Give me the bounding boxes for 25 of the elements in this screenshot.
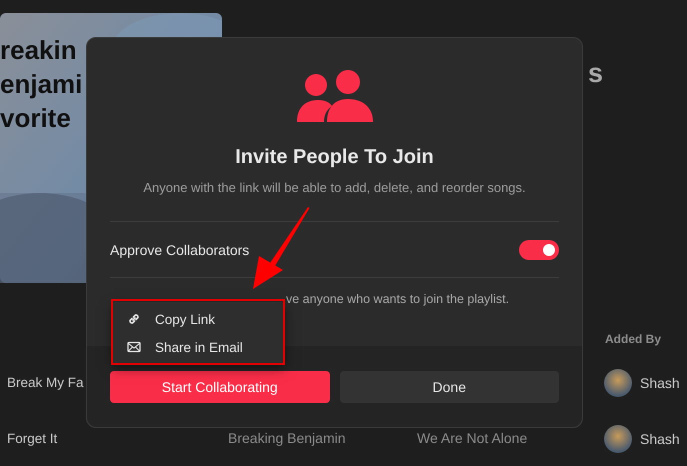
start-button[interactable]: Start Collaborating (110, 371, 330, 403)
menu-item[interactable]: Share in Email (155, 340, 243, 354)
song-title: Break My Fa (7, 375, 84, 390)
playlist-title: s (588, 58, 604, 90)
link-icon (127, 312, 141, 326)
setting-description: ve anyone who wants to join the playlist. (286, 292, 510, 306)
column-header: Added By (605, 332, 662, 346)
avatar (604, 425, 632, 453)
artwork-title: reakin (0, 34, 77, 67)
dialog-subtitle: Anyone with the link will be able to add, delete, and reorder songs. (143, 180, 526, 195)
song-title: Forget It (7, 431, 58, 446)
mail-icon (127, 340, 141, 354)
artwork-title: vorite (0, 102, 71, 135)
artist-name: Breaking Benjamin (228, 430, 346, 446)
dialog-title: Invite People To Join (235, 146, 434, 169)
done-button[interactable]: Done (340, 371, 559, 403)
menu-item[interactable]: Copy Link (155, 312, 216, 326)
setting-label: Approve Collaborators (110, 242, 250, 258)
artwork-title: enjami (0, 68, 82, 101)
people-icon (296, 70, 374, 122)
user-name: Shash (640, 431, 680, 447)
avatar (604, 369, 632, 397)
album-name: We Are Not Alone (417, 430, 528, 446)
user-name: Shash (640, 375, 680, 391)
toggle-switch[interactable] (519, 240, 559, 260)
